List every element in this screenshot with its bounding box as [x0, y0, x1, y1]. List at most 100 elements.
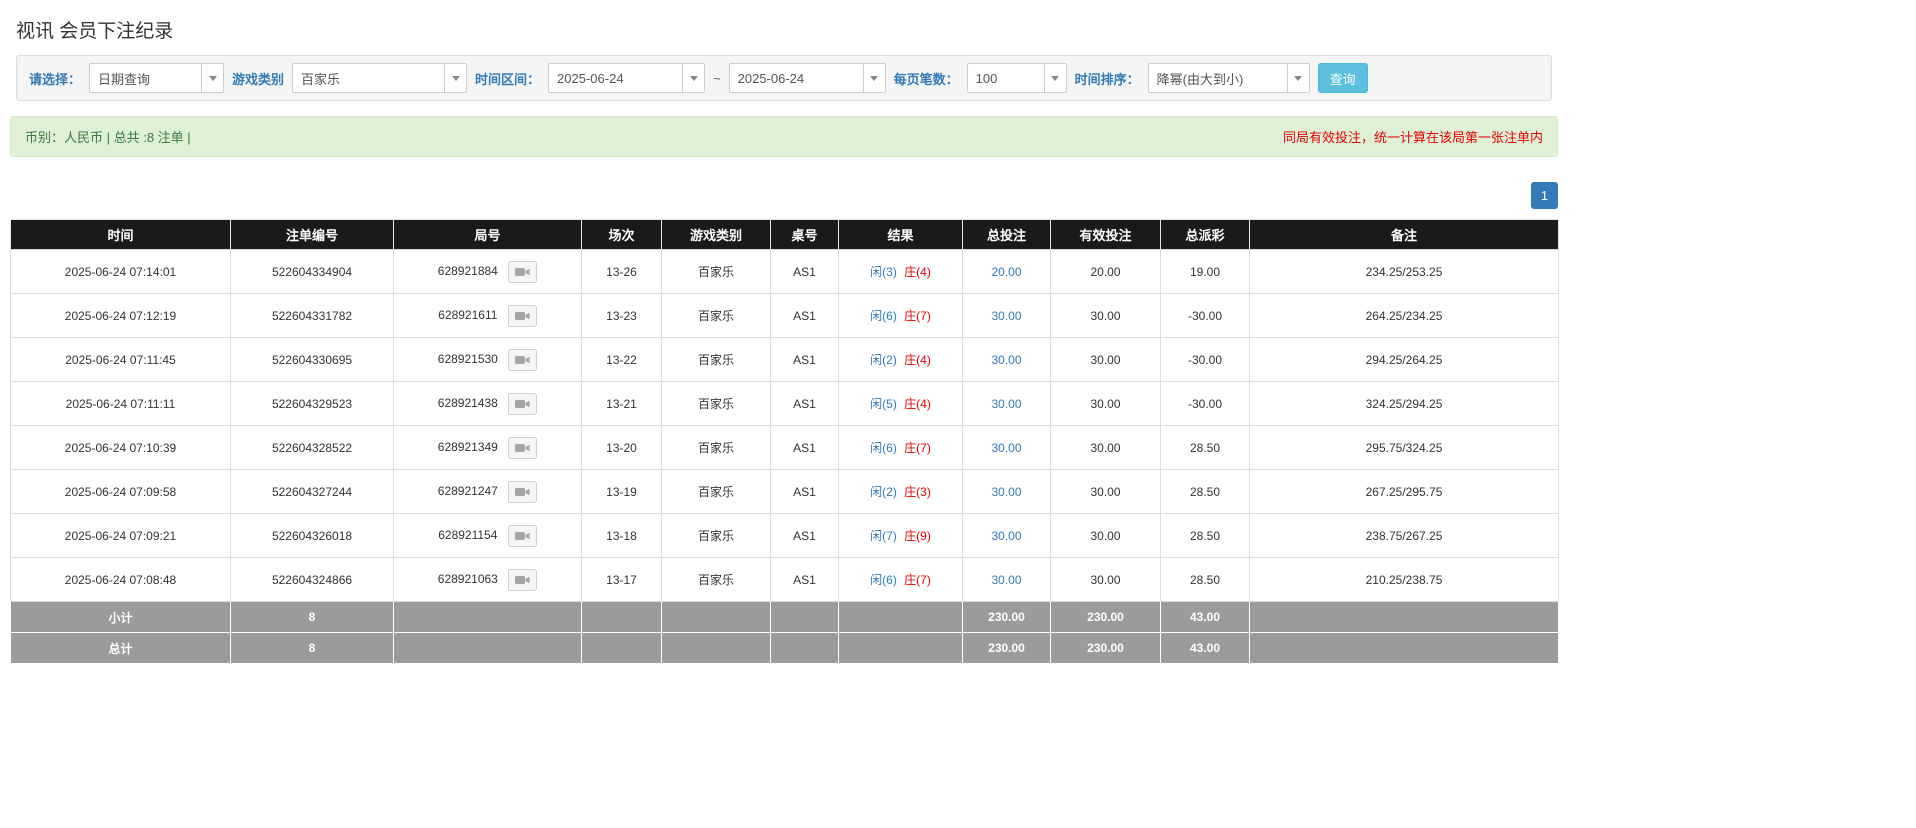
- date-to-select[interactable]: 2025-06-24: [728, 63, 886, 93]
- video-replay-button[interactable]: [508, 568, 538, 591]
- video-replay-button[interactable]: [508, 260, 538, 283]
- remark-cell: 264.25/234.25: [1249, 293, 1559, 338]
- chevron-down-icon: [444, 64, 467, 92]
- video-replay-button[interactable]: [508, 348, 538, 371]
- round-cell: 628921154: [393, 513, 582, 558]
- subtotal-total-bet: 230.00: [962, 601, 1051, 633]
- result-player: 闲(2): [870, 353, 897, 367]
- session-cell: 13-23: [581, 293, 662, 338]
- video-replay-button[interactable]: [507, 524, 537, 547]
- result-banker: 庄(7): [904, 309, 931, 323]
- game-type-cell: 百家乐: [661, 337, 771, 382]
- round-number: 628921884: [437, 263, 498, 278]
- page-size-label: 每页笔数：: [893, 71, 959, 87]
- session-cell: 13-17: [581, 557, 662, 602]
- total-bet-link[interactable]: 30.00: [991, 397, 1021, 411]
- game-type-cell: 百家乐: [661, 469, 771, 514]
- round-cell: 628921884: [393, 249, 582, 294]
- round-cell: 628921438: [393, 381, 582, 426]
- video-camera-icon: [515, 399, 530, 408]
- query-type-select[interactable]: 日期查询: [89, 63, 225, 93]
- time-cell: 2025-06-24 07:09:58: [10, 469, 231, 514]
- tilde-separator: ~: [713, 70, 721, 86]
- chevron-down-icon: [862, 64, 885, 92]
- total-bet-link[interactable]: 30.00: [991, 309, 1021, 323]
- table-row: 2025-06-24 07:14:01 522604334904 6289218…: [10, 249, 1559, 294]
- video-replay-button[interactable]: [508, 436, 538, 459]
- remark-cell: 238.75/267.25: [1249, 513, 1559, 558]
- valid-bet-cell: 30.00: [1050, 513, 1161, 558]
- page-1-button[interactable]: 1: [1531, 182, 1558, 209]
- time-cell: 2025-06-24 07:12:19: [10, 293, 231, 338]
- bet-id-cell: 522604327244: [230, 469, 394, 514]
- total-bet-cell: 30.00: [962, 513, 1051, 558]
- result-cell: 闲(5) 庄(4): [838, 381, 963, 426]
- header-remark: 备注: [1249, 219, 1559, 250]
- result-cell: 闲(6) 庄(7): [838, 425, 963, 470]
- video-camera-icon: [515, 443, 530, 452]
- sort-order-select[interactable]: 降幂(由大到小): [1147, 63, 1310, 93]
- bet-id-cell: 522604329523: [230, 381, 394, 426]
- chevron-down-icon: [1043, 64, 1066, 92]
- result-player: 闲(6): [870, 441, 897, 455]
- filter-bar: 请选择： 日期查询 游戏类别 百家乐 时间区间： 2025-06-24 ~ 20…: [16, 55, 1552, 101]
- table-row: 2025-06-24 07:09:58 522604327244 6289212…: [10, 469, 1559, 514]
- result-banker: 庄(7): [904, 441, 931, 455]
- round-number: 628921154: [438, 527, 498, 542]
- total-bet-link[interactable]: 30.00: [991, 441, 1021, 455]
- game-type-cell: 百家乐: [661, 293, 771, 338]
- bet-id-cell: 522604326018: [230, 513, 394, 558]
- total-bet-link[interactable]: 30.00: [991, 573, 1021, 587]
- chevron-down-icon: [1286, 64, 1309, 92]
- time-cell: 2025-06-24 07:10:39: [10, 425, 231, 470]
- table-row: 2025-06-24 07:10:39 522604328522 6289213…: [10, 425, 1559, 470]
- valid-bet-cell: 30.00: [1050, 381, 1161, 426]
- round-number: 628921349: [437, 439, 498, 454]
- valid-bet-cell: 30.00: [1050, 469, 1161, 514]
- video-replay-button[interactable]: [507, 304, 537, 327]
- subtotal-count: 8: [230, 601, 394, 633]
- result-banker: 庄(7): [904, 573, 931, 587]
- search-button[interactable]: 查询: [1317, 63, 1368, 93]
- session-cell: 13-19: [581, 469, 662, 514]
- video-camera-icon: [514, 531, 530, 540]
- round-cell: 628921349: [393, 425, 582, 470]
- video-replay-button[interactable]: [508, 392, 538, 415]
- video-replay-button[interactable]: [508, 480, 538, 503]
- session-cell: 13-22: [581, 337, 662, 382]
- time-cell: 2025-06-24 07:11:11: [10, 381, 231, 426]
- total-bet-link[interactable]: 30.00: [991, 353, 1021, 367]
- table-no-cell: AS1: [770, 513, 839, 558]
- payout-cell: 28.50: [1160, 557, 1250, 602]
- page-size-select[interactable]: 100: [966, 63, 1067, 93]
- round-number: 628921530: [437, 351, 498, 366]
- total-bet-link[interactable]: 20.00: [991, 265, 1021, 279]
- time-cell: 2025-06-24 07:08:48: [10, 557, 231, 602]
- time-cell: 2025-06-24 07:11:45: [10, 337, 231, 382]
- page-content: 视讯 会员下注纪录 请选择： 日期查询 游戏类别 百家乐 时间区间： 2025-…: [10, 0, 1559, 664]
- date-to-value: 2025-06-24: [737, 70, 805, 86]
- result-player: 闲(6): [870, 573, 897, 587]
- result-banker: 庄(4): [904, 265, 931, 279]
- date-from-select[interactable]: 2025-06-24: [548, 63, 706, 93]
- total-bet-cell: 30.00: [962, 293, 1051, 338]
- summary-bar: 币别：人民币 | 总共 :8 注单 | 同局有效投注，统一计算在该局第一张注单内: [10, 116, 1558, 157]
- total-bet-link[interactable]: 30.00: [991, 485, 1021, 499]
- table-body: 2025-06-24 07:14:01 522604334904 6289218…: [10, 249, 1559, 602]
- result-cell: 闲(6) 庄(7): [838, 557, 963, 602]
- table-no-cell: AS1: [770, 557, 839, 602]
- remark-cell: 324.25/294.25: [1249, 381, 1559, 426]
- game-type-cell: 百家乐: [661, 381, 771, 426]
- table-row: 2025-06-24 07:08:48 522604324866 6289210…: [10, 557, 1559, 602]
- result-player: 闲(3): [870, 265, 897, 279]
- total-bet-cell: 30.00: [962, 469, 1051, 514]
- remark-cell: 267.25/295.75: [1249, 469, 1559, 514]
- header-game-type: 游戏类别: [661, 219, 771, 250]
- round-number: 628921438: [437, 395, 498, 410]
- total-bet-link[interactable]: 30.00: [991, 529, 1021, 543]
- result-player: 闲(5): [870, 397, 897, 411]
- payout-cell: -30.00: [1160, 293, 1250, 338]
- bet-id-cell: 522604331782: [230, 293, 394, 338]
- total-count: 8: [230, 632, 394, 664]
- game-type-select[interactable]: 百家乐: [292, 63, 468, 93]
